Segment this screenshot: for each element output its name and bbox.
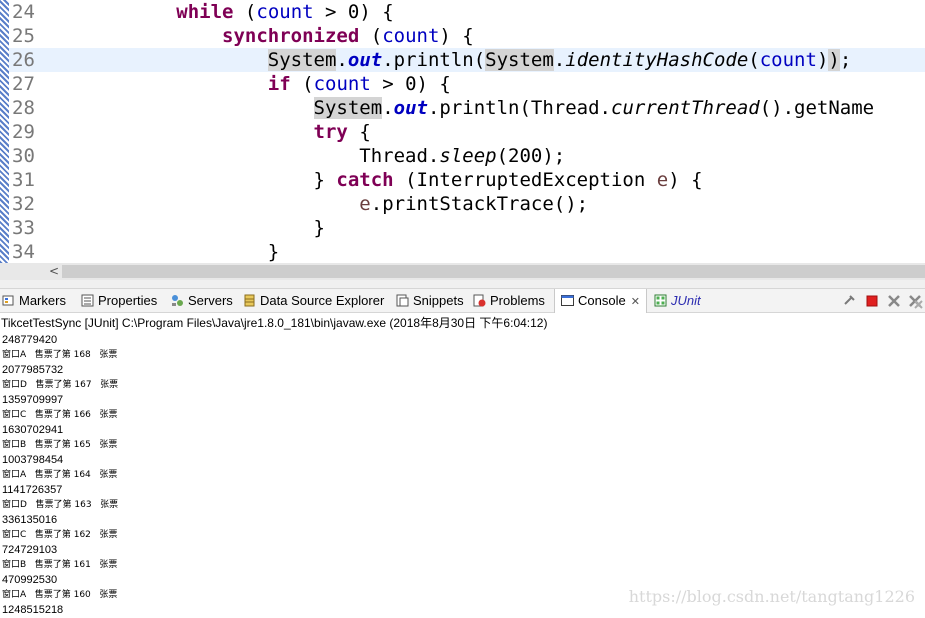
console-message-line: 窗口C 售票了第 166 张票 xyxy=(2,410,118,420)
code-line[interactable]: 32 e.printStackTrace(); xyxy=(9,192,925,216)
console-hash-line: 470992530 xyxy=(2,574,58,586)
console-hash-line: 2077985732 xyxy=(2,364,64,376)
code-line[interactable]: 25 synchronized (count) { xyxy=(9,24,925,48)
scrollbar-thumb[interactable] xyxy=(62,265,925,278)
line-number: 30 xyxy=(12,145,35,167)
console-launch-title: TikcetTestSync [JUnit] C:\Program Files\… xyxy=(1,316,548,330)
tab-properties[interactable]: Properties xyxy=(81,289,157,313)
line-number: 34 xyxy=(12,241,35,263)
code-line[interactable]: 30 Thread.sleep(200); xyxy=(9,144,925,168)
line-number: 33 xyxy=(12,217,35,239)
code-text[interactable]: while (count > 0) { xyxy=(39,1,393,23)
snippets-icon xyxy=(396,291,409,307)
console-message-line: 窗口A 售票了第 164 张票 xyxy=(2,470,118,480)
bottom-panel-tabs: Markers Properties Servers Data Source E… xyxy=(0,288,925,313)
tab-problems-label: Problems xyxy=(490,293,545,308)
code-editor[interactable]: 24 while (count > 0) {25 synchronized (c… xyxy=(0,0,925,263)
code-text[interactable]: } xyxy=(39,241,279,263)
tab-data-source-explorer[interactable]: Data Source Explorer xyxy=(243,289,384,313)
console-output[interactable]: 248779420 窗口A 售票了第 168 张票 2077985732 窗口D 售票… xyxy=(0,333,925,618)
line-number: 31 xyxy=(12,169,35,191)
code-line[interactable]: 29 try { xyxy=(9,120,925,144)
servers-icon xyxy=(171,291,184,306)
watermark: https://blog.csdn.net/tangtang1226 xyxy=(628,587,915,606)
code-line[interactable]: 24 while (count > 0) { xyxy=(9,0,925,24)
tab-problems[interactable]: Problems xyxy=(473,289,545,313)
terminate-icon[interactable] xyxy=(864,293,880,309)
code-text[interactable]: if (count > 0) { xyxy=(39,73,451,95)
line-number: 29 xyxy=(12,121,35,143)
console-hash-line: 1248515218 xyxy=(2,604,64,616)
console-hash-line: 1141726357 xyxy=(2,484,63,496)
close-icon[interactable]: ✕ xyxy=(631,296,640,308)
code-line[interactable]: 34 } xyxy=(9,240,925,263)
code-text[interactable]: try { xyxy=(39,121,371,143)
console-message-line: 窗口D 售票了第 167 张票 xyxy=(2,380,119,390)
junit-icon xyxy=(654,291,667,307)
code-text[interactable]: } catch (InterruptedException e) { xyxy=(39,169,703,191)
line-number: 27 xyxy=(12,73,35,95)
console-message-line: 窗口B 售票了第 161 张票 xyxy=(2,560,118,570)
database-icon xyxy=(243,291,256,307)
tab-junit-label: JUnit xyxy=(671,293,701,308)
console-message-line: 窗口C 售票了第 162 张票 xyxy=(2,530,118,540)
code-text[interactable]: } xyxy=(39,217,325,239)
tab-markers[interactable]: Markers xyxy=(2,289,66,313)
code-line[interactable]: 28 System.out.println(Thread.currentThre… xyxy=(9,96,925,120)
line-number: 26 xyxy=(12,49,35,71)
line-number: 28 xyxy=(12,97,35,119)
console-hash-line: 724729103 xyxy=(2,544,58,556)
tab-console[interactable]: Console ✕ xyxy=(554,289,647,313)
tab-snippets-label: Snippets xyxy=(413,293,464,308)
code-line[interactable]: 26 System.out.println(System.identityHas… xyxy=(9,48,925,72)
editor-ruler xyxy=(0,0,9,263)
code-text[interactable]: e.printStackTrace(); xyxy=(39,193,588,215)
tab-snippets[interactable]: Snippets xyxy=(396,289,464,313)
line-number: 24 xyxy=(12,1,35,23)
tab-console-label: Console xyxy=(578,293,626,308)
scroll-left-icon[interactable]: < xyxy=(46,263,62,280)
properties-icon xyxy=(81,291,94,307)
panel-divider xyxy=(0,280,925,288)
markers-icon xyxy=(2,291,15,306)
console-icon xyxy=(561,291,574,306)
tab-data-source-label: Data Source Explorer xyxy=(260,293,385,308)
console-message-line: 窗口A 售票了第 160 张票 xyxy=(2,590,118,600)
pin-icon[interactable] xyxy=(841,293,857,309)
problems-icon xyxy=(473,291,486,307)
console-message-line: 窗口B 售票了第 165 张票 xyxy=(2,440,118,450)
code-line[interactable]: 33 } xyxy=(9,216,925,240)
code-text[interactable]: System.out.println(System.identityHashCo… xyxy=(39,49,851,71)
console-message-line: 窗口D 售票了第 163 张票 xyxy=(2,500,119,510)
code-text[interactable]: System.out.println(Thread.currentThread(… xyxy=(39,97,874,119)
code-line[interactable]: 27 if (count > 0) { xyxy=(9,72,925,96)
code-text[interactable]: Thread.sleep(200); xyxy=(39,145,565,167)
console-hash-line: 1359709997 xyxy=(2,394,64,406)
code-text[interactable]: synchronized (count) { xyxy=(39,25,474,47)
remove-launch-icon[interactable] xyxy=(886,293,902,309)
horizontal-scrollbar[interactable]: < xyxy=(0,263,925,280)
remove-all-icon[interactable] xyxy=(907,293,923,309)
tab-servers[interactable]: Servers xyxy=(171,289,233,313)
tab-properties-label: Properties xyxy=(98,293,158,308)
console-hash-line: 248779420 xyxy=(2,334,58,346)
console-message-line: 窗口A 售票了第 168 张票 xyxy=(2,350,118,360)
console-hash-line: 1630702941 xyxy=(2,424,64,436)
console-hash-line: 336135016 xyxy=(2,514,58,526)
line-number: 25 xyxy=(12,25,35,47)
tab-markers-label: Markers xyxy=(19,293,66,308)
code-line[interactable]: 31 } catch (InterruptedException e) { xyxy=(9,168,925,192)
tab-servers-label: Servers xyxy=(188,293,233,308)
console-hash-line: 1003798454 xyxy=(2,454,64,466)
line-number: 32 xyxy=(12,193,35,215)
tab-junit[interactable]: JUnit xyxy=(654,289,701,313)
